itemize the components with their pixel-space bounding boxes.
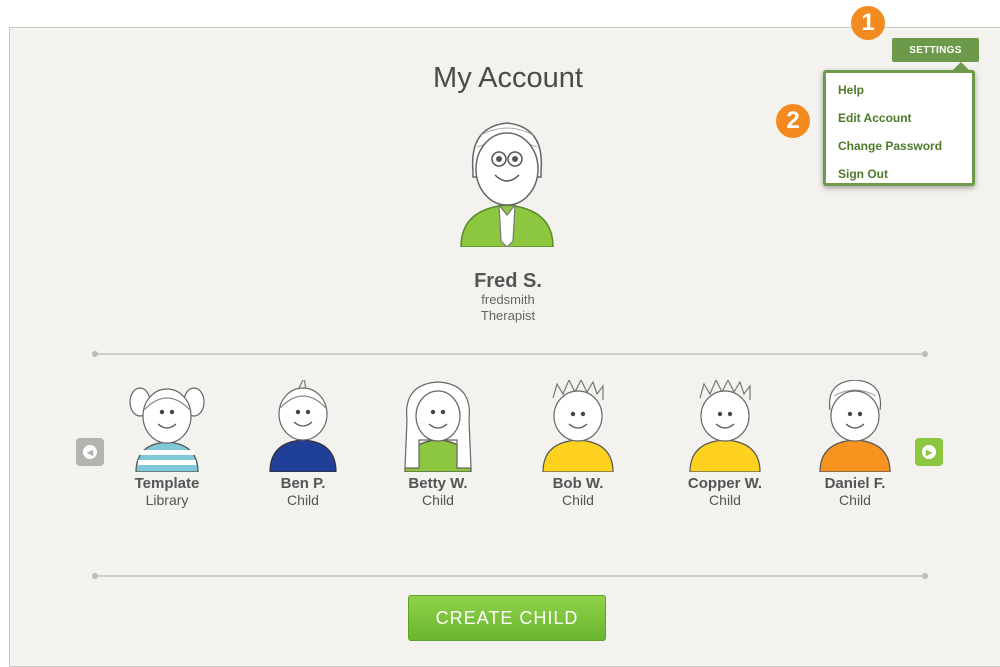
child-name: Copper W. — [687, 475, 763, 492]
child-role: Child — [562, 492, 594, 508]
divider-bottom — [92, 573, 928, 579]
child-name: Betty W. — [408, 475, 468, 492]
child-role: Child — [709, 492, 741, 508]
child-card-daniel[interactable]: Daniel F. Child — [795, 380, 915, 508]
chevron-right-icon: ▶ — [922, 445, 936, 459]
child-role: Child — [839, 492, 871, 508]
callout-badge-1: 1 — [851, 6, 885, 40]
divider-top — [92, 351, 928, 357]
child-card-copper[interactable]: Copper W. Child — [665, 380, 785, 508]
child-card-template[interactable]: Template Library — [107, 380, 227, 508]
user-role: Therapist — [480, 308, 536, 323]
child-avatar — [819, 380, 891, 472]
child-card-ben[interactable]: Ben P. Child — [243, 380, 363, 508]
user-avatar[interactable] — [455, 113, 559, 252]
child-name: Ben P. — [280, 475, 326, 492]
carousel-next-button[interactable]: ▶ — [915, 438, 943, 466]
child-name: Bob W. — [552, 475, 604, 492]
carousel-prev-button[interactable]: ◀ — [76, 438, 104, 466]
child-role: Child — [287, 492, 319, 508]
chevron-left-icon: ◀ — [83, 445, 97, 459]
child-avatar — [404, 381, 472, 472]
child-avatar — [689, 380, 761, 472]
create-child-button[interactable]: CREATE CHILD — [408, 595, 606, 641]
child-role: Child — [422, 492, 454, 508]
child-card-bob[interactable]: Bob W. Child — [518, 380, 638, 508]
user-username: fredsmith — [481, 292, 535, 307]
child-name: Daniel F. — [824, 475, 886, 492]
menu-item-help[interactable]: Help — [838, 83, 864, 97]
settings-menu: Help Edit Account Change Password Sign O… — [823, 62, 975, 186]
menu-item-change-password[interactable]: Change Password — [838, 139, 942, 153]
child-name: Template — [134, 475, 200, 492]
menu-item-sign-out[interactable]: Sign Out — [838, 167, 888, 181]
child-card-betty[interactable]: Betty W. Child — [378, 380, 498, 508]
child-avatar — [542, 380, 614, 472]
user-name: Fred S. — [474, 270, 542, 292]
settings-button[interactable]: SETTINGS — [892, 38, 979, 62]
menu-item-edit-account[interactable]: Edit Account — [838, 111, 912, 125]
child-avatar — [269, 380, 337, 472]
child-role: Library — [145, 492, 189, 508]
child-avatar — [129, 387, 205, 472]
callout-badge-2: 2 — [776, 104, 810, 138]
